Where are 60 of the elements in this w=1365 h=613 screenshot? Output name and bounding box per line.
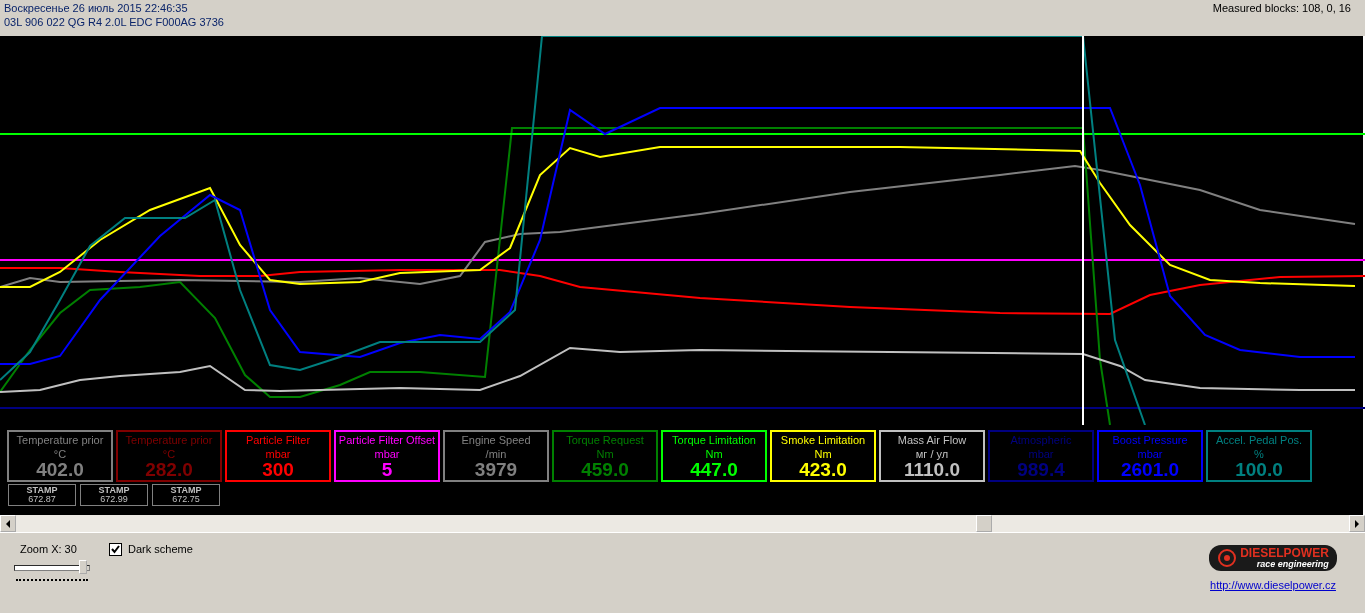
channel-unit: mbar	[1028, 448, 1054, 461]
checkbox-label: Dark scheme	[128, 543, 193, 555]
channel-value: 300	[262, 460, 294, 482]
channel-value: 3979	[474, 460, 518, 482]
logo-brand-text: DIESELPOWER	[1240, 547, 1329, 560]
channel-unit: Nm	[814, 448, 832, 461]
zoom-label: Zoom X: 30	[19, 543, 78, 555]
left-arrow-icon	[5, 519, 11, 528]
channel-name: Temperature prior	[125, 433, 213, 447]
stamp-label: STAMP	[26, 486, 58, 495]
channel-value: 100.0	[1235, 460, 1283, 482]
channel-unit: Nm	[705, 448, 723, 461]
channel-unit: °C	[53, 448, 67, 461]
channel-name: Boost Pressure	[1112, 433, 1188, 447]
channel-name: Particle Filter	[245, 433, 311, 447]
zoom-slider[interactable]	[14, 559, 90, 581]
channel-value: 402.0	[36, 460, 84, 482]
channel-name: Mass Air Flow	[897, 433, 967, 447]
channel-value: 5	[381, 460, 393, 482]
scroll-left-button[interactable]	[0, 515, 16, 532]
channel-name: Smoke Limitation	[780, 433, 866, 447]
channel-name: Accel. Pedal Pos.	[1215, 433, 1303, 447]
channel-name: Particle Filter Offset	[338, 433, 436, 447]
channel-unit: /min	[485, 448, 507, 461]
channel-value: 423.0	[799, 460, 847, 482]
channel-value: 1110.0	[904, 460, 960, 482]
channel-unit: °C	[162, 448, 176, 461]
website-link[interactable]: http://www.dieselpower.cz	[1210, 579, 1336, 592]
channel-value: 2601.0	[1120, 460, 1180, 482]
channel-value: 282.0	[145, 460, 193, 482]
channel-value: 447.0	[690, 460, 738, 482]
channel-unit: Nm	[596, 448, 614, 461]
channel-unit: mbar	[374, 448, 400, 461]
channel-name: Engine Speed	[461, 433, 531, 447]
stamp-label: STAMP	[170, 486, 202, 495]
stamp-value: 672.87	[28, 495, 56, 504]
channel-name: Atmospheric	[1010, 433, 1072, 447]
scroll-right-button[interactable]	[1349, 515, 1365, 532]
slider-thumb[interactable]	[78, 560, 87, 574]
turbo-icon	[1217, 548, 1238, 568]
logo-tagline-text: race engineering	[1256, 559, 1329, 570]
dark-scheme-checkbox[interactable]	[109, 543, 122, 556]
ecu-info-text: 03L 906 022 QG R4 2.0L EDC F000AG 3736	[4, 16, 224, 28]
horizontal-scrollbar[interactable]	[0, 515, 1365, 532]
channel-unit: %	[1254, 448, 1264, 461]
right-arrow-icon	[1354, 519, 1360, 528]
channel-name: Torque Request	[566, 433, 644, 447]
channel-value: 989.4	[1017, 460, 1065, 482]
channel-name: Temperature prior	[16, 433, 104, 447]
channel-value: 459.0	[581, 460, 629, 482]
stamp-label: STAMP	[98, 486, 130, 495]
channel-unit: мг / ул	[915, 448, 949, 461]
channel-unit: mbar	[1137, 448, 1163, 461]
channel-name: Torque Limitation	[672, 433, 756, 447]
stamp-value: 672.75	[172, 495, 200, 504]
channel-unit: mbar	[265, 448, 291, 461]
date-time-text: Воскресенье 26 июль 2015 22:46:35	[4, 2, 189, 14]
measured-blocks-text: Measured blocks: 108, 0, 16	[1212, 1, 1352, 16]
stamp-value: 672.99	[100, 495, 128, 504]
scroll-thumb[interactable]	[976, 515, 992, 532]
